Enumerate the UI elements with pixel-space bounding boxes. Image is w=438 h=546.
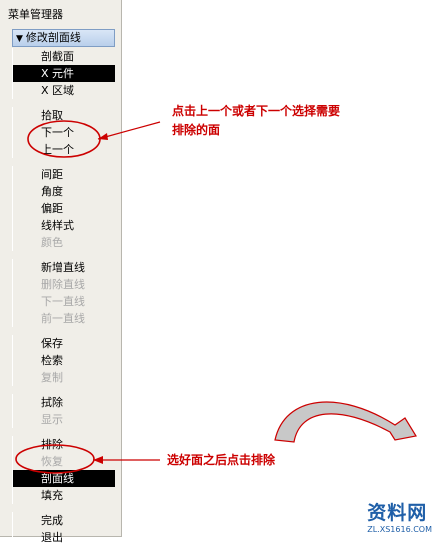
annotation-select-face: 点击上一个或者下一个选择需要 排除的面 — [172, 102, 340, 140]
annotation-line-1: 点击上一个或者下一个选择需要 — [172, 104, 341, 118]
highlight-ellipse-exclude — [15, 444, 95, 474]
watermark-logo: 资料网 ZL.XS1616.COM — [367, 498, 432, 534]
watermark-url: ZL.XS1616.COM — [367, 525, 432, 534]
watermark-text: 资料网 — [367, 502, 428, 524]
annotation-click-exclude: 选好面之后点击排除 — [167, 453, 276, 467]
highlight-ellipse-next-previous — [27, 120, 101, 158]
curved-arrow-icon — [274, 401, 417, 443]
annotation-line-2: 排除的面 — [172, 123, 221, 137]
